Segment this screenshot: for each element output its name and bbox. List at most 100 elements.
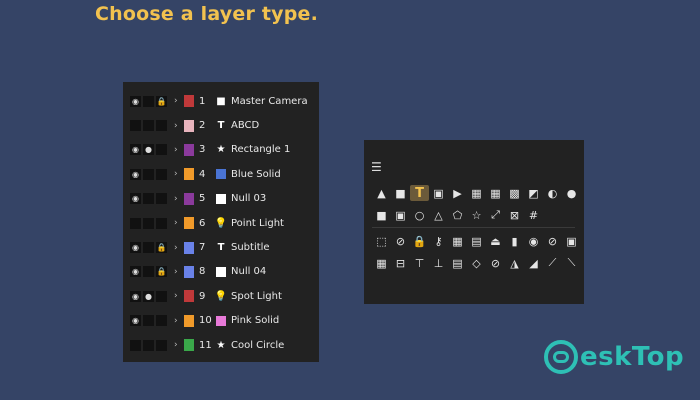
lock-icon[interactable] xyxy=(156,339,167,351)
visibility-eye-icon[interactable]: ◉ xyxy=(130,168,141,180)
lock-icon[interactable]: 🔒 xyxy=(156,242,167,254)
layer-name[interactable]: Cool Circle xyxy=(231,340,284,351)
layer-type-option-icon[interactable]: ◮ xyxy=(505,255,524,271)
visibility-eye-icon[interactable]: ◉ xyxy=(130,95,141,107)
expand-chevron-icon[interactable]: › xyxy=(174,96,181,106)
layer-name[interactable]: Blue Solid xyxy=(231,169,281,180)
label-color-swatch[interactable] xyxy=(184,168,194,181)
label-color-swatch[interactable] xyxy=(184,95,194,108)
layer-type-option-icon[interactable]: ▤ xyxy=(467,233,486,249)
layer-row[interactable]: ◉ › 5 Null 03 xyxy=(123,187,319,211)
solo-dot-icon[interactable] xyxy=(143,242,154,254)
label-color-swatch[interactable] xyxy=(184,265,194,278)
layer-type-option-icon[interactable]: ▦ xyxy=(486,185,505,201)
layer-type-option-icon[interactable]: ▣ xyxy=(429,185,448,201)
layer-type-option-icon[interactable]: ● xyxy=(562,185,581,201)
lock-icon[interactable] xyxy=(156,217,167,229)
layer-row[interactable]: ◉ 🔒 › 7 T Subtitle xyxy=(123,235,319,259)
solo-dot-icon[interactable]: ● xyxy=(143,144,154,156)
layer-name[interactable]: Pink Solid xyxy=(231,315,279,326)
layer-name[interactable]: Point Light xyxy=(231,218,284,229)
visibility-eye-icon[interactable]: ◉ xyxy=(130,266,141,278)
expand-chevron-icon[interactable]: › xyxy=(174,169,181,179)
layer-type-option-icon[interactable]: ▩ xyxy=(505,185,524,201)
layer-type-option-icon[interactable]: ⊘ xyxy=(486,255,505,271)
layer-row[interactable]: ◉ 🔒 › 1 ■ Master Camera xyxy=(123,89,319,113)
layer-name[interactable]: Rectangle 1 xyxy=(231,144,290,155)
layer-type-option-icon[interactable]: ⚷ xyxy=(429,233,448,249)
layer-type-option-icon[interactable]: ⟋ xyxy=(543,255,562,271)
layer-type-option-icon[interactable]: ▲ xyxy=(372,185,391,201)
layer-type-option-icon[interactable]: ■ xyxy=(391,185,410,201)
expand-chevron-icon[interactable]: › xyxy=(174,243,181,253)
lock-icon[interactable]: 🔒 xyxy=(156,266,167,278)
solo-dot-icon[interactable] xyxy=(143,339,154,351)
layer-row[interactable]: ◉ › 10 Pink Solid xyxy=(123,309,319,333)
layer-type-option-icon[interactable]: ⊤ xyxy=(410,255,429,271)
layer-type-option-icon[interactable]: ▮ xyxy=(505,233,524,249)
solo-dot-icon[interactable] xyxy=(143,168,154,180)
visibility-eye-icon[interactable]: ◉ xyxy=(130,315,141,327)
layer-name[interactable]: ABCD xyxy=(231,120,259,131)
solo-dot-icon[interactable] xyxy=(143,193,154,205)
label-color-swatch[interactable] xyxy=(184,217,194,230)
visibility-eye-icon[interactable]: ◉ xyxy=(130,144,141,156)
layer-name[interactable]: Subtitle xyxy=(231,242,270,253)
layer-type-option-icon[interactable]: ⬠ xyxy=(448,207,467,223)
layer-type-option-icon[interactable]: ■ xyxy=(372,207,391,223)
layer-row[interactable]: ◉ ● › 9 💡 Spot Light xyxy=(123,284,319,308)
solo-dot-icon[interactable] xyxy=(143,217,154,229)
lock-icon[interactable] xyxy=(156,290,167,302)
layer-type-option-icon[interactable]: ▣ xyxy=(562,233,581,249)
label-color-swatch[interactable] xyxy=(184,314,194,327)
layer-type-option-icon[interactable]: T xyxy=(410,185,429,201)
lock-icon[interactable] xyxy=(156,144,167,156)
layer-type-option-icon[interactable]: ⊘ xyxy=(543,233,562,249)
expand-chevron-icon[interactable]: › xyxy=(174,218,181,228)
layer-row[interactable]: ◉ 🔒 › 8 Null 04 xyxy=(123,260,319,284)
layer-type-option-icon[interactable]: ⊥ xyxy=(429,255,448,271)
expand-chevron-icon[interactable]: › xyxy=(174,340,181,350)
visibility-eye-icon[interactable]: ◉ xyxy=(130,242,141,254)
layer-type-option-icon[interactable]: ⬚ xyxy=(372,233,391,249)
lock-icon[interactable] xyxy=(156,315,167,327)
layer-type-option-icon[interactable]: ⊘ xyxy=(391,233,410,249)
layer-name[interactable]: Master Camera xyxy=(231,96,308,107)
layer-type-option-icon[interactable]: ▦ xyxy=(448,233,467,249)
expand-chevron-icon[interactable]: › xyxy=(174,267,181,277)
expand-chevron-icon[interactable]: › xyxy=(174,145,181,155)
visibility-eye-icon[interactable]: ◉ xyxy=(130,193,141,205)
layer-row[interactable]: › 2 T ABCD xyxy=(123,113,319,137)
layer-type-option-icon[interactable]: ⊠ xyxy=(505,207,524,223)
layer-row[interactable]: ◉ › 4 Blue Solid xyxy=(123,162,319,186)
layer-type-option-icon[interactable]: ◉ xyxy=(524,233,543,249)
layer-type-option-icon[interactable]: ◐ xyxy=(543,185,562,201)
solo-dot-icon[interactable] xyxy=(143,120,154,132)
expand-chevron-icon[interactable]: › xyxy=(174,194,181,204)
label-color-swatch[interactable] xyxy=(184,241,194,254)
layer-type-option-icon[interactable]: ▦ xyxy=(372,255,391,271)
layer-type-option-icon[interactable]: ▣ xyxy=(391,207,410,223)
label-color-swatch[interactable] xyxy=(184,339,194,352)
visibility-eye-icon[interactable] xyxy=(130,339,141,351)
layer-type-option-icon[interactable]: # xyxy=(524,207,543,223)
layer-type-option-icon[interactable]: ⏏ xyxy=(486,233,505,249)
layer-name[interactable]: Null 03 xyxy=(231,193,266,204)
layer-name[interactable]: Null 04 xyxy=(231,266,266,277)
label-color-swatch[interactable] xyxy=(184,192,194,205)
expand-chevron-icon[interactable]: › xyxy=(174,291,181,301)
layer-type-option-icon[interactable]: ◇ xyxy=(467,255,486,271)
layer-row[interactable]: ◉ ● › 3 ★ Rectangle 1 xyxy=(123,138,319,162)
layer-type-option-icon[interactable]: ▤ xyxy=(448,255,467,271)
visibility-eye-icon[interactable] xyxy=(130,217,141,229)
layer-type-option-icon[interactable]: △ xyxy=(429,207,448,223)
layer-type-option-icon[interactable]: ◢ xyxy=(524,255,543,271)
lock-icon[interactable] xyxy=(156,120,167,132)
label-color-swatch[interactable] xyxy=(184,143,194,156)
visibility-eye-icon[interactable]: ◉ xyxy=(130,290,141,302)
layer-type-option-icon[interactable]: ⤢ xyxy=(486,207,505,223)
layer-type-option-icon[interactable]: ▦ xyxy=(467,185,486,201)
layer-type-option-icon[interactable]: ⊟ xyxy=(391,255,410,271)
expand-chevron-icon[interactable]: › xyxy=(174,316,181,326)
label-color-swatch[interactable] xyxy=(184,119,194,132)
